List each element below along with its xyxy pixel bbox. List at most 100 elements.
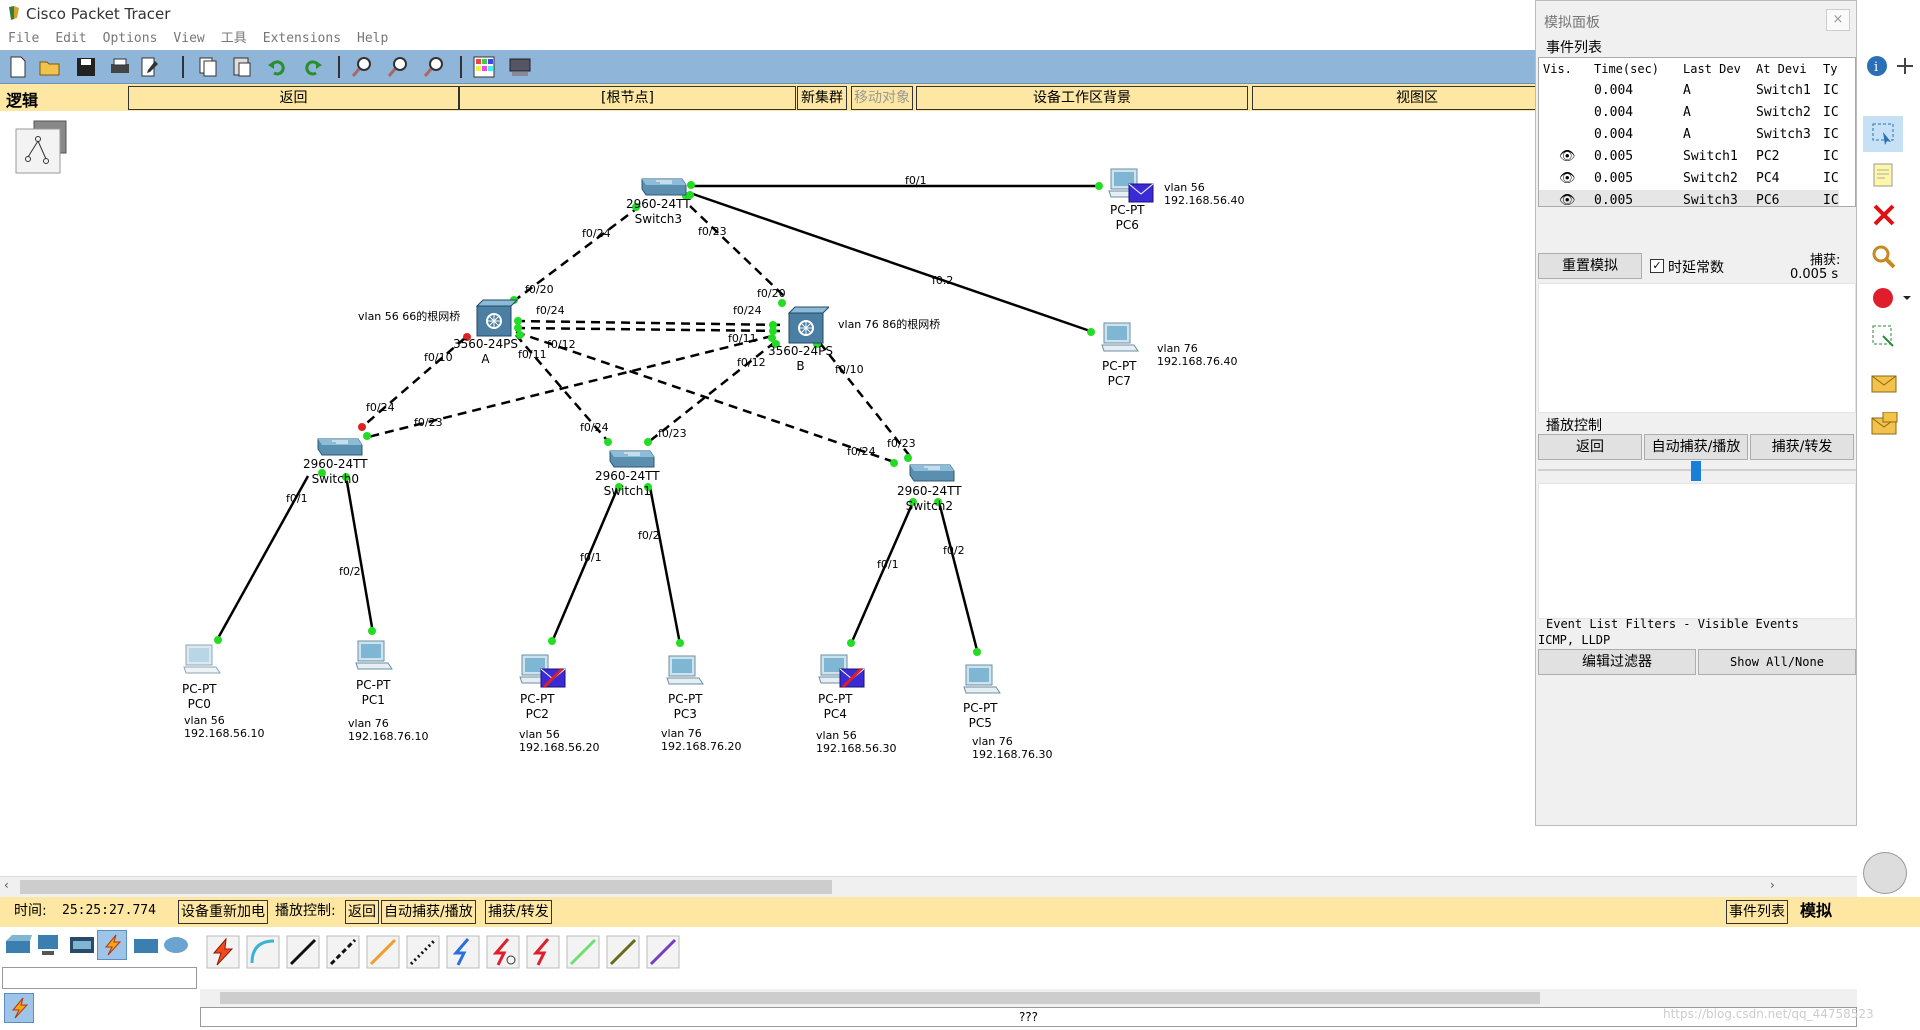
automatic-connection-icon[interactable] (7, 996, 33, 1020)
event-list-button[interactable]: 事件列表 (1726, 900, 1788, 924)
delete-icon[interactable] (1871, 202, 1897, 228)
edit-filters-button[interactable]: 编辑过滤器 (1538, 649, 1696, 675)
save-icon[interactable] (74, 55, 98, 79)
menu-tools[interactable]: 工具 (221, 28, 247, 50)
pc1-icon[interactable] (354, 639, 400, 675)
select-icon[interactable] (1871, 122, 1897, 146)
menu-edit[interactable]: Edit (55, 28, 86, 50)
speed-slider-thumb[interactable] (1691, 461, 1701, 481)
event-row[interactable]: 👁 0.005 Switch2 PC4 IC (1539, 168, 1839, 190)
pc0-icon[interactable] (182, 643, 228, 679)
move-object-button[interactable]: 移动对象 (851, 86, 913, 110)
scroll-right-icon[interactable]: › (1770, 878, 1775, 892)
add-complex-pdu-icon[interactable] (1869, 412, 1899, 438)
pc7-icon[interactable] (1100, 321, 1146, 357)
coaxial-cable-icon[interactable] (446, 935, 480, 969)
crossover-cable-icon[interactable] (326, 935, 360, 969)
help-icon[interactable]: i (1865, 54, 1889, 78)
auto-capture-button[interactable]: 自动捕获/播放 (1644, 434, 1748, 460)
palette-scrollbar[interactable] (200, 989, 1857, 1007)
event-row[interactable]: 👁 0.005 Switch1 PC2 IC (1539, 146, 1839, 168)
pc3-icon[interactable] (665, 654, 711, 690)
auto-connection-cable-icon[interactable] (206, 935, 240, 969)
fiber-cable-icon[interactable] (366, 935, 400, 969)
zoom-in-icon[interactable] (350, 55, 374, 79)
menu-options[interactable]: Options (103, 28, 158, 50)
serial-dce-cable-icon[interactable] (486, 935, 520, 969)
event-row[interactable]: 0.004 A Switch2 IC (1539, 102, 1839, 124)
add-simple-pdu-icon[interactable] (1869, 372, 1899, 396)
link-switch1-pc3[interactable] (648, 486, 682, 645)
undo-icon[interactable] (266, 55, 290, 79)
play-back-button[interactable]: 返回 (1538, 434, 1642, 460)
misc-category-icon[interactable] (132, 933, 160, 957)
multiuser-category-icon[interactable] (162, 933, 190, 957)
network-devices-category-icon[interactable] (4, 933, 32, 957)
viewport-button[interactable]: 视图区 (1252, 86, 1582, 110)
multilayer-switch-b-icon[interactable] (785, 305, 829, 347)
open-folder-icon[interactable] (38, 55, 62, 79)
link-a-b-2[interactable] (515, 326, 786, 333)
components-category-icon[interactable] (68, 933, 96, 957)
menu-help[interactable]: Help (357, 28, 388, 50)
end-devices-category-icon[interactable] (36, 933, 64, 957)
octal-cable-icon[interactable] (566, 935, 600, 969)
palette-icon[interactable] (472, 55, 496, 79)
new-file-icon[interactable] (6, 55, 30, 79)
redo-icon[interactable] (300, 55, 324, 79)
pc5-icon[interactable] (962, 663, 1008, 699)
status-back-button[interactable]: 返回 (345, 900, 379, 924)
maximize-icon[interactable] (1893, 54, 1917, 78)
multilayer-switch-a-icon[interactable] (473, 298, 517, 340)
custom-device-icon[interactable] (508, 55, 532, 79)
inspect-icon[interactable] (1871, 244, 1897, 270)
capture-forward-button[interactable]: 捕获/转发 (1750, 434, 1854, 460)
power-cycle-button[interactable]: 设备重新加电 (178, 900, 268, 924)
canvas-scrollbar[interactable]: ‹ › (0, 876, 1857, 897)
phone-cable-icon[interactable] (406, 935, 440, 969)
show-all-none-button[interactable]: Show All/None (1698, 649, 1856, 675)
status-capture-forward-button[interactable]: 捕获/转发 (485, 900, 552, 924)
logical-workspace[interactable]: 2960-24TT Switch3 3560-24PS A vlan 56 66的根… (0, 111, 1535, 876)
draw-ellipse-icon[interactable] (1871, 286, 1911, 312)
envelope-pdu-failed-icon[interactable] (540, 668, 566, 688)
event-list-table[interactable]: Vis. Time(sec) Last Dev At Devi Ty 0.004… (1538, 57, 1856, 207)
menu-extensions[interactable]: Extensions (263, 28, 341, 50)
console-cable-icon[interactable] (246, 935, 280, 969)
paste-icon[interactable] (230, 55, 254, 79)
switch2-icon[interactable] (904, 459, 956, 487)
reset-simulation-button[interactable]: 重置模拟 (1538, 253, 1642, 279)
new-cluster-button[interactable]: 新集群 (797, 86, 847, 110)
event-row[interactable]: 0.004 A Switch3 IC (1539, 124, 1839, 146)
straight-through-cable-icon[interactable] (286, 935, 320, 969)
resize-shape-icon[interactable] (1871, 324, 1897, 350)
link-a-b-1[interactable] (515, 319, 786, 327)
serial-dte-cable-icon[interactable] (526, 935, 560, 969)
workspace-background-button[interactable]: 设备工作区背景 (916, 86, 1248, 110)
scroll-left-icon[interactable]: ‹ (4, 878, 9, 892)
realtime-clock-icon[interactable] (1863, 852, 1907, 894)
zoom-reset-icon[interactable] (386, 55, 410, 79)
print-icon[interactable] (108, 55, 132, 79)
close-icon[interactable]: × (1826, 9, 1850, 31)
copy-icon[interactable] (196, 55, 220, 79)
zoom-out-icon[interactable] (422, 55, 446, 79)
root-node-button[interactable]: [根节点] (459, 86, 796, 110)
canvas-scroll-thumb[interactable] (20, 880, 832, 894)
link-switch2-pc5[interactable] (937, 501, 980, 655)
link-switch1-pc2[interactable] (550, 486, 620, 643)
envelope-pdu-icon[interactable] (1128, 183, 1154, 203)
envelope-pdu-failed-icon[interactable] (839, 668, 865, 688)
event-row[interactable]: 0.004 A Switch1 IC (1539, 80, 1839, 102)
activity-wizard-icon[interactable] (138, 55, 162, 79)
usb-cable-icon[interactable] (646, 935, 680, 969)
constant-delay-checkbox[interactable]: ✓ (1650, 259, 1664, 273)
link-switch2-pc4[interactable] (849, 501, 915, 645)
palette-scroll-thumb[interactable] (220, 992, 1540, 1004)
connections-category-icon[interactable] (100, 933, 126, 957)
link-switch0-pc1[interactable] (344, 475, 375, 634)
iot-custom-cable-icon[interactable] (606, 935, 640, 969)
status-auto-capture-button[interactable]: 自动捕获/播放 (381, 900, 476, 924)
menu-file[interactable]: File (8, 28, 39, 50)
note-icon[interactable] (1871, 162, 1897, 188)
